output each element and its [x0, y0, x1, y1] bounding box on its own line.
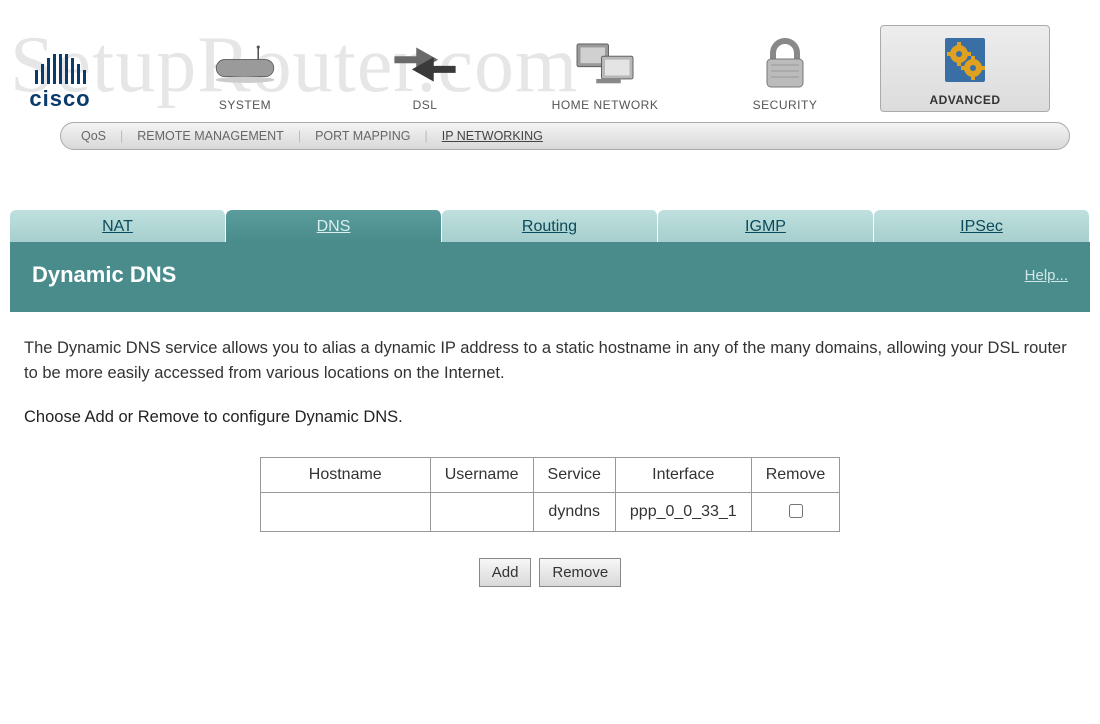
- remove-checkbox[interactable]: [789, 504, 803, 518]
- cell-username: [430, 492, 533, 531]
- subnav-remote-management[interactable]: REMOTE MANAGEMENT: [137, 129, 284, 143]
- category-label: SECURITY: [753, 98, 818, 112]
- category-dsl[interactable]: DSL: [340, 37, 510, 112]
- page-title: Dynamic DNS: [32, 262, 176, 288]
- col-username: Username: [430, 457, 533, 492]
- cell-service: dyndns: [533, 492, 615, 531]
- category-label: ADVANCED: [929, 93, 1000, 107]
- sub-nav: QoS | REMOTE MANAGEMENT | PORT MAPPING |…: [60, 122, 1070, 150]
- subnav-ip-networking[interactable]: IP NETWORKING: [442, 129, 543, 143]
- table-header-row: Hostname Username Service Interface Remo…: [260, 457, 840, 492]
- col-remove: Remove: [751, 457, 840, 492]
- tab-routing[interactable]: Routing: [442, 210, 658, 242]
- col-service: Service: [533, 457, 615, 492]
- category-home-network[interactable]: HOME NETWORK: [520, 37, 690, 112]
- tab-label: DNS: [317, 218, 351, 235]
- tab-dns[interactable]: DNS: [226, 210, 442, 242]
- category-security[interactable]: SECURITY: [700, 37, 870, 112]
- cisco-logo: cisco: [20, 54, 100, 112]
- category-label: SYSTEM: [219, 98, 271, 112]
- ddns-table: Hostname Username Service Interface Remo…: [260, 457, 841, 532]
- category-label: DSL: [413, 98, 438, 112]
- tab-igmp[interactable]: IGMP: [658, 210, 874, 242]
- cisco-logo-text: cisco: [29, 86, 90, 112]
- tab-label: NAT: [102, 218, 133, 235]
- arrows-icon: [390, 37, 460, 92]
- table-row: dyndns ppp_0_0_33_1: [260, 492, 840, 531]
- padlock-icon: [750, 37, 820, 92]
- category-system[interactable]: SYSTEM: [160, 37, 330, 112]
- content: NAT DNS Routing IGMP IPSec Dynamic DNS H…: [0, 210, 1100, 657]
- cell-interface: ppp_0_0_33_1: [615, 492, 751, 531]
- tab-label: IGMP: [745, 218, 786, 235]
- tab-row: NAT DNS Routing IGMP IPSec: [10, 210, 1090, 242]
- button-row: Add Remove: [24, 558, 1076, 587]
- col-interface: Interface: [615, 457, 751, 492]
- description-text: The Dynamic DNS service allows you to al…: [24, 336, 1076, 386]
- computers-icon: [570, 37, 640, 92]
- gears-icon: [930, 32, 1000, 87]
- router-icon: [210, 37, 280, 92]
- tab-nat[interactable]: NAT: [10, 210, 226, 242]
- panel: The Dynamic DNS service allows you to al…: [10, 312, 1090, 617]
- tab-ipsec[interactable]: IPSec: [874, 210, 1090, 242]
- subnav-qos[interactable]: QoS: [81, 129, 106, 143]
- cell-remove: [751, 492, 840, 531]
- category-advanced[interactable]: ADVANCED: [880, 25, 1050, 112]
- category-nav: SYSTEM DSL HOME NETWORK: [160, 25, 1080, 112]
- category-label: HOME NETWORK: [552, 98, 659, 112]
- tab-label: IPSec: [960, 218, 1003, 235]
- cell-hostname: [260, 492, 430, 531]
- remove-button[interactable]: Remove: [539, 558, 621, 587]
- col-hostname: Hostname: [260, 457, 430, 492]
- instruction-text: Choose Add or Remove to configure Dynami…: [24, 408, 1076, 427]
- tab-label: Routing: [522, 218, 577, 235]
- help-link[interactable]: Help...: [1025, 267, 1068, 284]
- section-header: Dynamic DNS Help...: [10, 242, 1090, 312]
- cisco-logo-bars: [35, 54, 86, 84]
- subnav-port-mapping[interactable]: PORT MAPPING: [315, 129, 410, 143]
- header: cisco SYSTEM DSL: [0, 0, 1100, 112]
- add-button[interactable]: Add: [479, 558, 532, 587]
